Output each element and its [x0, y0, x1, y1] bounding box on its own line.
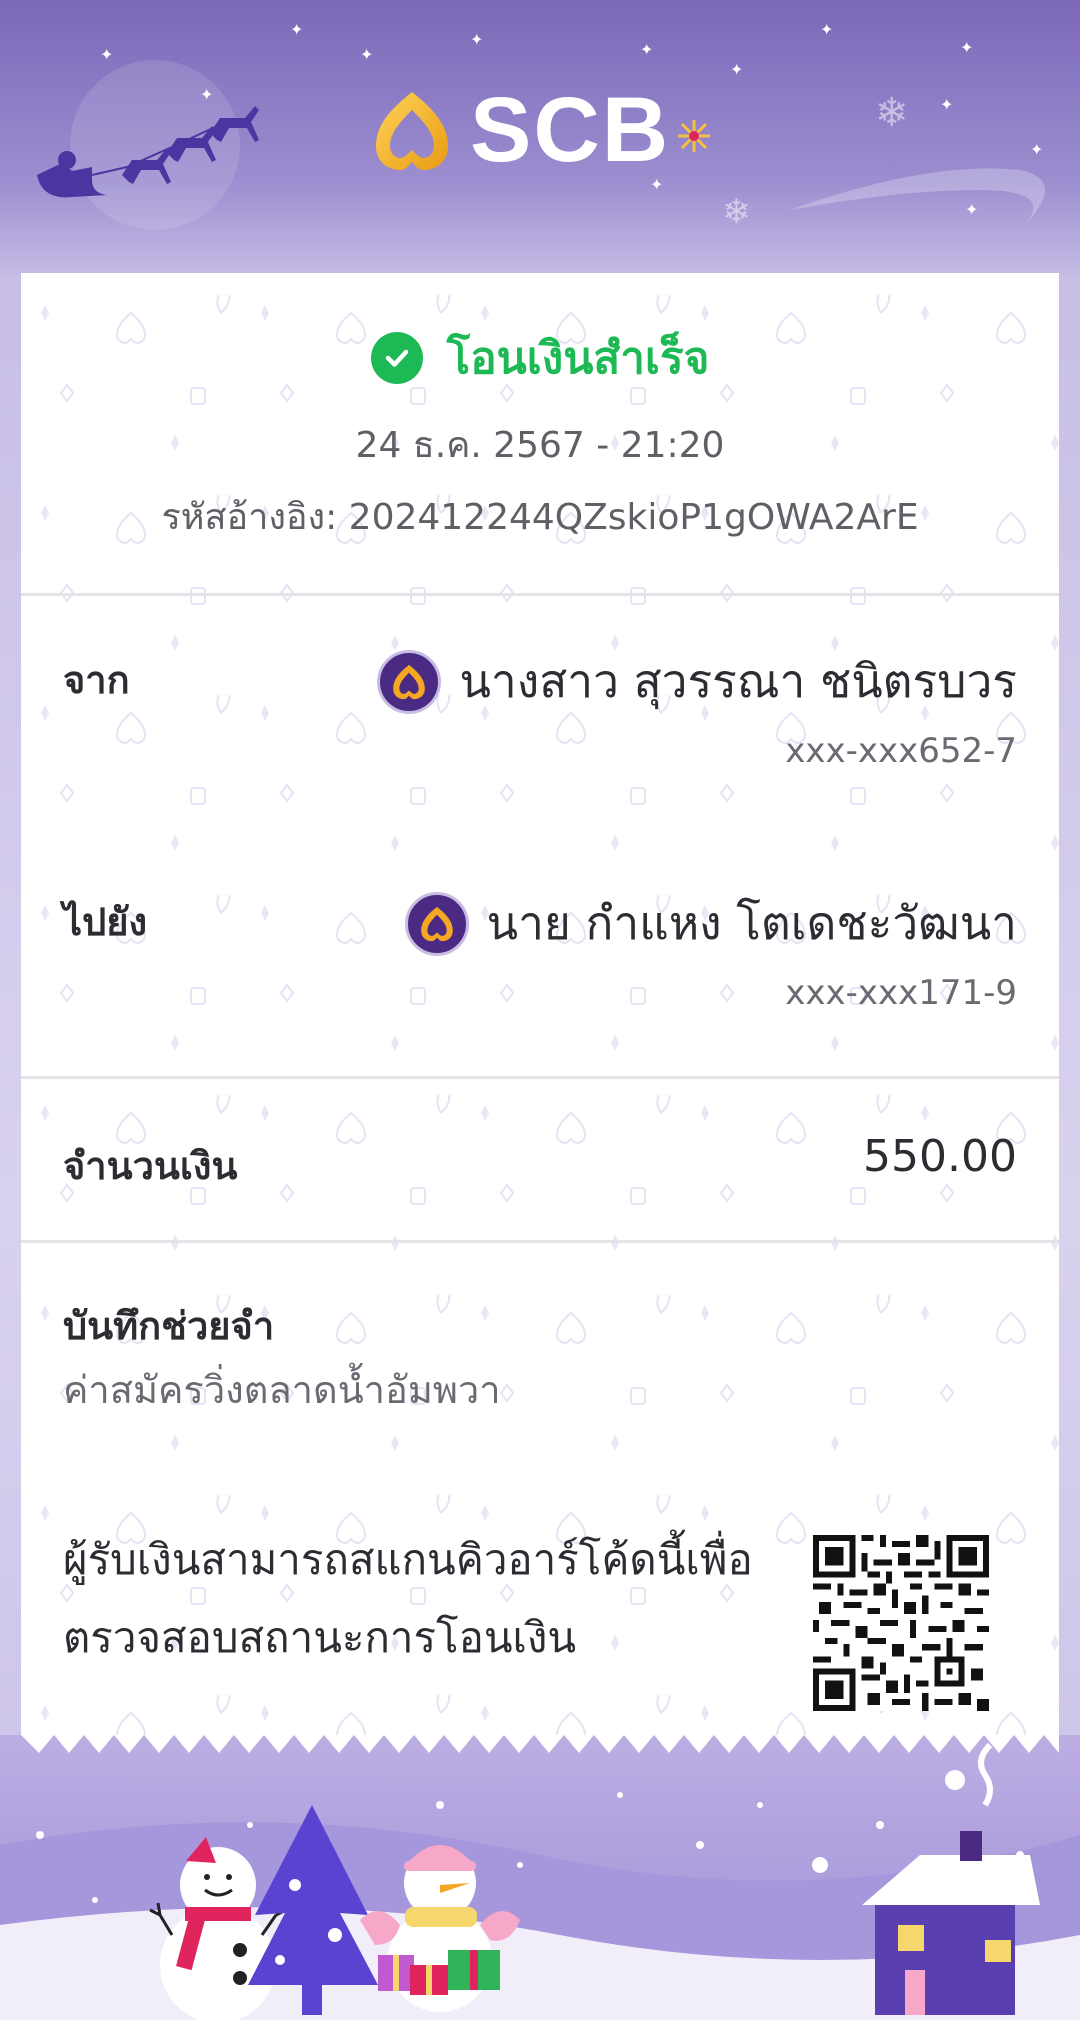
to-account-holder: นาย กำแหง โตเดชะวัฒนา — [404, 887, 1017, 960]
qr-instruction: ผู้รับเงินสามารถสแกนคิวอาร์โค้ดนี้เพื่อ … — [63, 1521, 783, 1677]
scb-logo-icon — [376, 91, 448, 170]
swoosh-decoration — [790, 168, 1045, 230]
from-name: นางสาว สุวรรณา ชนิตรบวร — [459, 654, 1017, 708]
scb-bank-icon — [404, 891, 469, 956]
to-name: นาย กำแหง โตเดชะวัฒนา — [486, 896, 1017, 950]
memo-label: บันทึกช่วยจำ — [63, 1304, 275, 1348]
qr-instruction-line1: ผู้รับเงินสามารถสแกนคิวอาร์โค้ดนี้เพื่อ — [63, 1535, 753, 1584]
scb-logo: SCB — [372, 78, 714, 183]
qr-instruction-line2: ตรวจสอบสถานะการโอนเงิน — [63, 1613, 577, 1662]
sparkle-icon — [678, 119, 711, 152]
to-label: ไปยัง — [63, 900, 148, 944]
memo-value: ค่าสมัครวิ่งตลาดน้ำอัมพวา — [63, 1368, 501, 1412]
amount-value: 550.00 — [863, 1131, 1017, 1182]
santa-sleigh-icon — [37, 106, 259, 198]
header-banner: SCB ✦ ✦ ✦ ✦ ✦ ✦ ✦ ✦ ✦ ✦ ✦ ✦ ✦ ❄ ❄ — [0, 0, 1080, 275]
receipt-card: โอนเงินสำเร็จ 24 ธ.ค. 2567 - 21:20 รหัสอ… — [21, 273, 1059, 1753]
divider — [21, 1240, 1059, 1243]
from-label: จาก — [63, 658, 130, 702]
check-circle-icon — [370, 332, 423, 384]
from-account-holder: นางสาว สุวรรณา ชนิตรบวร — [377, 645, 1017, 718]
scb-bank-icon — [377, 649, 442, 714]
status-text: โอนเงินสำเร็จ — [446, 333, 710, 384]
snowflake-icon: ❄ — [722, 192, 751, 232]
qr-code-icon — [813, 1535, 989, 1711]
snowflake-icon: ❄ — [875, 90, 909, 136]
footer-winter-scene — [0, 1735, 1080, 2020]
transfer-datetime: 24 ธ.ค. 2567 - 21:20 — [355, 425, 725, 466]
from-account-number: xxx-xxx652-7 — [785, 731, 1017, 771]
amount-label: จำนวนเงิน — [63, 1144, 238, 1188]
transfer-status: โอนเงินสำเร็จ — [21, 323, 1059, 393]
reference-code: รหัสอ้างอิง: 202412244QZskioP1gOWA2ArE — [161, 497, 919, 538]
divider — [21, 593, 1059, 596]
brand-name: SCB — [470, 79, 671, 181]
to-account-number: xxx-xxx171-9 — [785, 973, 1017, 1013]
divider — [21, 1076, 1059, 1079]
